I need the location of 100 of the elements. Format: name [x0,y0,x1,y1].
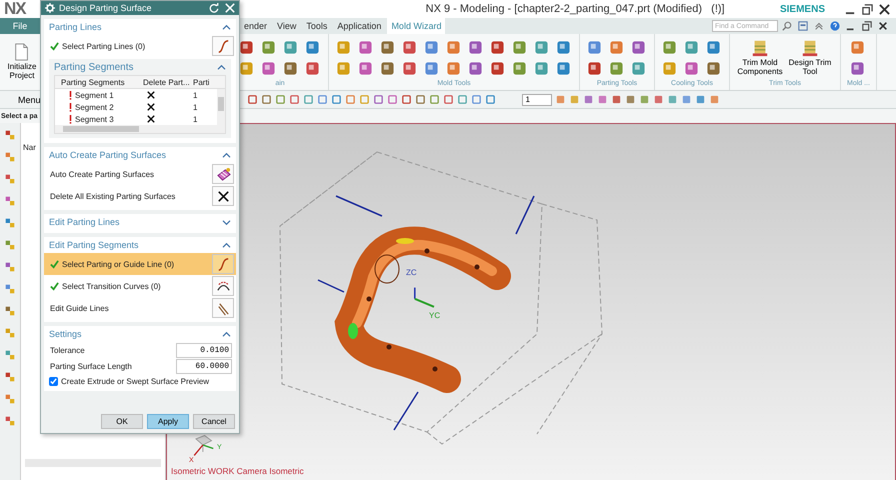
ribbon-tab[interactable]: View [273,18,300,34]
toolbar-icon[interactable] [694,94,706,105]
tool-icon[interactable] [608,60,625,77]
toolbar-icon[interactable] [666,94,678,105]
toolbar-icon[interactable] [302,94,314,105]
toolbar-icon[interactable] [358,94,370,105]
tool-icon[interactable] [445,60,462,77]
column-header[interactable]: Parti [193,78,210,86]
resource-icon[interactable] [4,151,16,163]
number-field[interactable]: 0.0100 [176,342,232,358]
selection-button[interactable] [212,276,234,296]
tool-icon[interactable] [586,39,603,56]
resource-icon[interactable] [4,393,16,405]
toolbar-icon[interactable] [330,94,342,105]
toolbar-icon[interactable] [414,94,426,105]
ribbon-tab[interactable]: Application [333,18,386,34]
reset-icon[interactable] [209,3,219,13]
toolbar-icon[interactable] [680,94,692,105]
tool-icon[interactable] [238,60,255,77]
tool-icon[interactable] [630,60,647,77]
toolbar-icon[interactable] [428,94,440,105]
toolbar-icon[interactable] [344,94,356,105]
dialog-button[interactable]: Apply [147,414,189,429]
layer-dropdown[interactable]: 1 [522,94,552,106]
tool-icon[interactable] [533,39,550,56]
tool-icon[interactable] [357,39,374,56]
number-field[interactable]: 60.0000 [176,358,232,374]
ribbon-tab[interactable]: Mold Wizard [387,18,446,34]
section-title[interactable]: Settings [49,329,82,339]
resource-icon[interactable] [4,261,16,273]
tool-icon[interactable] [282,60,299,77]
close-icon[interactable] [879,4,890,14]
section-title[interactable]: Parting Lines [49,22,102,32]
tool-icon[interactable] [683,60,700,77]
collapse-ribbon-icon[interactable] [814,21,824,31]
toolbar-icon[interactable] [400,94,412,105]
tool-icon[interactable] [683,39,700,56]
close-icon[interactable] [878,21,888,31]
toolbar-icon[interactable] [246,94,258,105]
tool-icon[interactable] [533,60,550,77]
tool-icon[interactable] [379,39,396,56]
tool-icon[interactable] [260,39,277,56]
resource-icon[interactable] [4,305,16,317]
tool-icon[interactable] [445,39,462,56]
tool-icon[interactable] [608,39,625,56]
tool-icon[interactable] [489,39,506,56]
section-title[interactable]: Auto Create Parting Surfaces [49,150,166,160]
ribbon-tab[interactable]: ender [240,18,272,34]
column-header[interactable]: Parting Segments [55,78,143,86]
tool-icon[interactable] [705,60,722,77]
section-title[interactable]: Edit Parting Segments [49,240,139,250]
toolbar-icon[interactable] [708,94,720,105]
toolbar-icon[interactable] [596,94,608,105]
tool-icon[interactable] [282,39,299,56]
tool-icon[interactable] [401,60,418,77]
toolbar-icon[interactable] [274,94,286,105]
tool-icon[interactable] [849,39,866,56]
toolbar-icon[interactable] [316,94,328,105]
checkbox[interactable] [49,376,58,386]
resource-icon[interactable] [4,129,16,141]
collapse-chevron-icon[interactable] [222,152,231,158]
window-list-icon[interactable] [798,21,808,31]
search-icon[interactable] [782,21,792,31]
resource-icon[interactable] [4,371,16,383]
tool-icon[interactable] [586,60,603,77]
toolbar-icon[interactable] [470,94,482,105]
dialog-button[interactable]: Cancel [193,414,235,429]
toolbar-icon[interactable] [638,94,650,105]
tool-icon[interactable] [357,60,374,77]
resource-icon[interactable] [4,239,16,251]
toolbar-icon[interactable] [610,94,622,105]
toolbar-icon[interactable] [288,94,300,105]
ribbon-tab[interactable]: Tools [302,18,332,34]
help-icon[interactable] [830,21,840,31]
tool-icon[interactable] [260,60,277,77]
tool-icon[interactable] [511,39,528,56]
tool-icon[interactable] [661,39,678,56]
section-title[interactable]: Edit Parting Lines [49,217,120,227]
resource-icon[interactable] [4,283,16,295]
delete-icon[interactable] [147,115,155,123]
selection-row[interactable]: Select Parting or Guide Line (0) [44,253,236,275]
tool-icon[interactable] [705,39,722,56]
collapse-chevron-icon[interactable] [222,242,231,248]
delete-icon[interactable] [147,91,155,99]
delete-icon[interactable] [147,103,155,111]
tool-icon[interactable] [489,60,506,77]
selection-button[interactable] [212,164,234,184]
resource-icon[interactable] [4,415,16,427]
toolbar-icon[interactable] [372,94,384,105]
toolbar-icon[interactable] [386,94,398,105]
tool-icon[interactable] [467,39,484,56]
collapse-chevron-icon[interactable] [222,24,231,30]
settings-icon[interactable] [45,3,55,13]
toolbar-icon[interactable] [484,94,496,105]
tool-icon[interactable] [555,60,572,77]
toolbar-icon[interactable] [442,94,454,105]
tool-icon[interactable] [304,60,321,77]
tool-icon[interactable] [630,39,647,56]
tool-icon[interactable] [423,39,440,56]
restore-icon[interactable] [862,4,873,14]
